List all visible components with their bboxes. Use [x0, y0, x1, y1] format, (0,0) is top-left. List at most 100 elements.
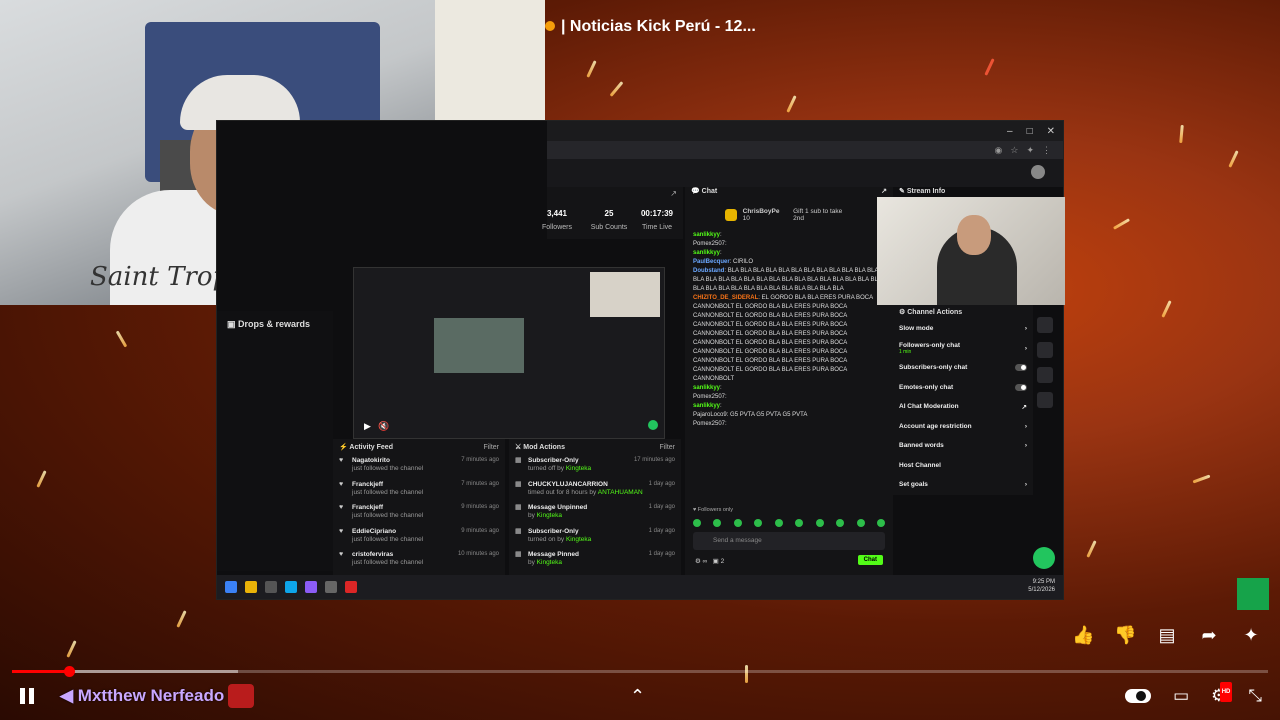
drops-label[interactable]: ▣ Drops & rewards [227, 319, 310, 330]
toggle-switch[interactable] [1015, 383, 1027, 391]
mod-action-item[interactable]: ▦ Message Unpinned by Kingteka 1 day ago [509, 502, 681, 526]
start-icon[interactable] [225, 581, 237, 593]
edge-icon[interactable] [285, 581, 297, 593]
pause-button[interactable] [16, 686, 38, 708]
chat-username[interactable]: sanlikkyy [693, 250, 720, 256]
mod-action-item[interactable]: ▦ Subscriber-Only turned off by Kingteka… [509, 455, 681, 479]
channel-action-item[interactable]: Banned words › [893, 436, 1033, 456]
chat-send-button[interactable]: Chat [857, 555, 883, 565]
like-icon[interactable]: 👍 [1072, 624, 1094, 646]
mod-action-item[interactable]: ▦ CHUCKYLUJANCARRION timed out for 8 hou… [509, 479, 681, 503]
chat-username[interactable]: sanlikkyy [693, 385, 720, 391]
channel-action-item[interactable]: Followers-only chat 1 min › [893, 339, 1033, 359]
folder-icon[interactable] [245, 581, 257, 593]
scrubber-knob[interactable] [63, 666, 75, 677]
chat-message[interactable]: Pomex2507: [685, 240, 893, 249]
close-icon[interactable]: ✕ [1047, 126, 1055, 137]
captions-icon[interactable]: ▭ [1173, 686, 1189, 706]
mod-action-icon: ▦ [515, 480, 522, 488]
minimize-icon[interactable]: – [1007, 126, 1013, 137]
list-tool-icon[interactable] [1037, 367, 1053, 383]
autoplay-toggle[interactable] [1125, 689, 1152, 703]
chat-message[interactable]: PajaroLoco9: G5 PVTA G5 PVTA G5 PVTA [685, 411, 893, 420]
chat-message[interactable]: CHIZITO_DE_SIDERAL: EL GORDO BLA BLA ERE… [685, 294, 893, 384]
chat-message[interactable]: sanlikkyy: [685, 402, 893, 411]
toggle-switch[interactable] [1015, 364, 1027, 372]
profile-avatar[interactable] [1031, 165, 1045, 179]
chat-username[interactable]: sanlikkyy [693, 403, 720, 409]
chat-username[interactable]: PaulBecquer [693, 259, 730, 265]
stat-subs: 25 Sub Counts [590, 209, 628, 231]
channel-action-item[interactable]: Host Channel [893, 456, 1033, 476]
mod-action-item[interactable]: ▦ Subscriber-Only turned on by Kingteka … [509, 526, 681, 550]
puzzle-icon[interactable]: ✦ [1026, 145, 1034, 156]
app-icon[interactable] [345, 581, 357, 593]
chat-message[interactable]: Pomex2507: [685, 393, 893, 402]
chat-username[interactable]: Pomex2507 [693, 421, 725, 427]
chat-tool-icon[interactable] [1037, 317, 1053, 333]
mod-action-icon: ▦ [515, 551, 522, 558]
mod-action-name: CHUCKYLUJANCARRION [528, 480, 608, 488]
comments-icon[interactable]: ▤ [1156, 624, 1178, 646]
activity-feed-item[interactable]: ♥ Franckjeff just followed the channel 7… [333, 479, 505, 503]
channel-action-item[interactable]: Slow mode › [893, 319, 1033, 339]
share-icon[interactable]: ➦ [1198, 624, 1220, 646]
channel-name[interactable]: ◀ Mxtthew Nerfeado [60, 686, 224, 706]
webcam-overlay-small [877, 197, 1065, 305]
wrench-tool-icon[interactable] [1037, 392, 1053, 408]
discord-icon[interactable] [305, 581, 317, 593]
chat-username[interactable]: sanlikkyy [693, 232, 720, 238]
chat-username[interactable]: CHIZITO_DE_SIDERAL [693, 295, 758, 301]
play-icon[interactable]: ▶ 🔇 [364, 421, 390, 432]
chat-message[interactable]: sanlikkyy: [685, 384, 893, 393]
channel-action-item[interactable]: Account age restriction › [893, 417, 1033, 437]
steam-icon[interactable] [265, 581, 277, 593]
activity-filter-button[interactable]: Filter [483, 444, 499, 451]
chat-username[interactable]: Doubstand [693, 268, 724, 274]
exit-fullscreen-icon[interactable]: ⤡ [1248, 686, 1262, 706]
activity-feed-item[interactable]: ♥ cristoferviras just followed the chann… [333, 549, 505, 573]
emote-bar[interactable] [693, 519, 885, 527]
sparkle-icon[interactable]: ✦ [1240, 624, 1262, 646]
activity-feed-item[interactable]: ♥ EddieCipriano just followed the channe… [333, 526, 505, 550]
star-icon[interactable]: ☆ [1010, 145, 1018, 156]
dislike-icon[interactable]: 👎 [1114, 624, 1136, 646]
split-tool-icon[interactable] [1037, 342, 1053, 358]
channel-action-label: Followers-only chat [899, 341, 961, 349]
channel-avatar[interactable] [228, 684, 254, 708]
chat-message[interactable]: Doubstand: BLA BLA BLA BLA BLA BLA BLA B… [685, 267, 893, 294]
activity-feed-item[interactable]: ♥ Franckjeff just followed the channel 9… [333, 502, 505, 526]
channel-action-item[interactable]: Emotes-only chat [893, 378, 1033, 398]
chevron-right-icon: › [1024, 442, 1027, 450]
pinned-message[interactable]: ChrisBoyPe 10 Gift 1 sub to take 2nd [685, 199, 893, 231]
chat-username[interactable]: Pomex2507 [693, 394, 725, 400]
mod-name: Kingteka [536, 512, 562, 519]
mod-action-item[interactable]: ▦ Message Pinned by Kingteka 1 day ago [509, 549, 681, 573]
channel-action-label: Slow mode [899, 325, 934, 333]
channel-action-item[interactable]: Set goals › [893, 475, 1033, 495]
popout-icon[interactable]: ↗ [670, 189, 677, 198]
channel-action-item[interactable]: Subscribers-only chat [893, 358, 1033, 378]
chat-username[interactable]: Pomex2507 [693, 241, 725, 247]
settings-icon[interactable] [325, 581, 337, 593]
settings-gear-icon[interactable]: ⚙ HD [1211, 682, 1233, 706]
activity-feed-item[interactable]: ♥ Nagatokirito just followed the channel… [333, 455, 505, 479]
channel-action-item[interactable]: AI Chat Moderation ↗ [893, 397, 1033, 417]
stat-followers: 3,441 Followers [542, 209, 572, 231]
chevron-right-icon: › [1024, 325, 1027, 333]
progress-bar[interactable] [12, 666, 1268, 677]
chat-message[interactable]: PaulBecquer: CIRILO [685, 258, 893, 267]
mod-filter-button[interactable]: Filter [659, 444, 675, 451]
maximize-icon[interactable]: □ [1027, 126, 1033, 137]
chat-message[interactable]: Pomex2507: [685, 420, 893, 429]
chat-username[interactable]: PajaroLoco9 [693, 412, 727, 418]
help-button[interactable] [1033, 547, 1055, 569]
chat-input[interactable]: Send a message [693, 532, 885, 550]
stream-preview[interactable]: ▶ 🔇 [353, 267, 665, 439]
chevron-up-icon[interactable]: ⌃ [630, 686, 645, 707]
menu-dots-icon[interactable]: ⋮ [1042, 145, 1051, 156]
mod-action-icon: ▦ [515, 457, 522, 464]
chat-message[interactable]: sanlikkyy: [685, 231, 893, 240]
extension-icon[interactable]: ◉ [995, 145, 1003, 156]
chat-message[interactable]: sanlikkyy: [685, 249, 893, 258]
